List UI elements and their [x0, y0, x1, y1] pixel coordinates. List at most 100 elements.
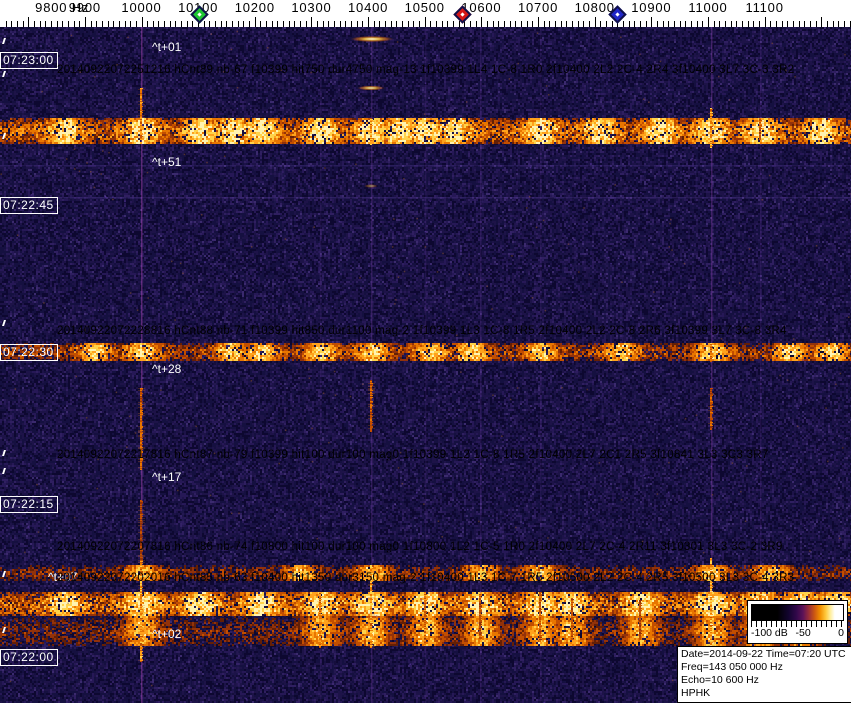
ruler-tick	[611, 21, 613, 27]
ruler-tick	[254, 17, 256, 27]
ruler-tick	[741, 21, 743, 27]
ruler-tick	[487, 21, 489, 27]
ruler-tick	[781, 21, 783, 27]
ruler-tick	[815, 21, 817, 27]
ruler-tick	[719, 21, 721, 27]
ruler-tick	[809, 21, 811, 27]
freq-label: 10500	[404, 0, 445, 15]
ruler-tick	[589, 21, 591, 27]
marker-center-dot	[197, 12, 202, 17]
ruler-tick	[458, 21, 460, 27]
ruler-tick	[328, 21, 330, 27]
ruler-tick	[152, 21, 154, 27]
ruler-tick	[305, 21, 307, 27]
time-label: 07:22:00	[0, 649, 58, 666]
ruler-tick	[430, 21, 432, 27]
ruler-tick	[600, 21, 602, 27]
freq-label: 9900	[68, 0, 101, 15]
db-label-min: -100 dB	[751, 627, 788, 639]
ruler-tick	[498, 21, 500, 27]
ruler-tick	[300, 21, 302, 27]
ruler-tick	[175, 21, 177, 27]
ruler-tick	[753, 21, 755, 27]
ruler-tick	[362, 21, 364, 27]
frequency-ruler: 9800 Hz990010000101001020010300104001050…	[0, 0, 851, 27]
ruler-tick	[56, 21, 58, 27]
ruler-tick	[475, 21, 477, 27]
ruler-tick	[169, 21, 171, 27]
detection-log-line: 20140922072207816 hCnt86 nb-74 f10800 hi…	[57, 541, 783, 553]
marker-center-dot	[615, 12, 621, 17]
ruler-tick	[67, 21, 69, 27]
ruler-tick	[555, 21, 557, 27]
ruler-tick	[747, 21, 749, 27]
ruler-tick	[407, 21, 409, 27]
ruler-tick	[232, 21, 234, 27]
ruler-tick	[549, 21, 551, 27]
time-label: 07:23:00	[0, 52, 58, 69]
ruler-tick	[764, 17, 766, 27]
ruler-tick	[390, 21, 392, 27]
detection-log-line: 20140922072202016 hCnt85 nb-63 f10400 hi…	[57, 572, 795, 584]
freq-label: 10400	[348, 0, 389, 15]
ruler-tick	[623, 21, 625, 27]
detection-log-line: 20140922072228816 hCnt88 nb-71 f10399 hi…	[57, 325, 787, 337]
ruler-tick	[192, 21, 194, 27]
freq-label: 10300	[291, 0, 332, 15]
ruler-tick	[441, 21, 443, 27]
db-label-max: 0	[838, 627, 844, 639]
ruler-tick	[294, 21, 296, 27]
ruler-tick	[826, 21, 828, 27]
ruler-tick	[724, 21, 726, 27]
ruler-tick	[662, 21, 664, 27]
ruler-tick	[203, 21, 205, 27]
detection-log-line: 20140922072217816 hCnt87 nb-79 f10399 hi…	[57, 449, 769, 461]
ruler-tick	[322, 21, 324, 27]
ruler-tick	[181, 21, 183, 27]
ruler-tick	[28, 17, 30, 27]
ruler-tick	[832, 21, 834, 27]
freq-label: 11100	[745, 0, 784, 15]
ruler-tick	[566, 21, 568, 27]
ruler-tick	[107, 21, 109, 27]
detection-log-line: 20140922072251216 hCnt89 nb-67 f10399 hi…	[57, 64, 795, 76]
spectrogram-waterfall[interactable]	[0, 27, 851, 703]
ruler-tick	[424, 17, 426, 27]
ruler-tick	[249, 21, 251, 27]
ruler-tick	[33, 21, 35, 27]
ruler-tick	[577, 21, 579, 27]
ruler-tick	[606, 21, 608, 27]
ruler-tick	[583, 21, 585, 27]
marker-center-dot	[460, 12, 465, 17]
ruler-tick	[130, 21, 132, 27]
ruler-tick	[22, 21, 24, 27]
event-time-marker: ^t+01	[152, 40, 182, 54]
ruler-tick	[351, 21, 353, 27]
ruler-tick	[798, 21, 800, 27]
ruler-tick	[220, 21, 222, 27]
ruler-tick	[158, 21, 160, 27]
ruler-tick	[775, 21, 777, 27]
ruler-tick	[657, 21, 658, 27]
ruler-tick	[339, 21, 341, 27]
ruler-tick	[708, 17, 709, 27]
ruler-tick	[730, 21, 732, 27]
ruler-tick	[11, 21, 13, 27]
ruler-tick	[521, 21, 523, 27]
ruler-tick	[50, 21, 52, 27]
ruler-tick	[84, 17, 86, 27]
ruler-tick	[492, 21, 494, 27]
ruler-tick	[385, 21, 387, 27]
ruler-tick	[628, 21, 630, 27]
ruler-tick	[696, 21, 698, 27]
info-date-time: Date=2014-09-22 Time=07:20 UTC	[681, 648, 846, 660]
ruler-tick	[453, 21, 455, 27]
time-label: 07:22:45	[0, 197, 58, 214]
ruler-tick	[124, 21, 126, 27]
ruler-tick	[62, 21, 64, 27]
ruler-tick	[147, 21, 149, 27]
ruler-tick	[447, 21, 449, 27]
ruler-tick	[186, 21, 188, 27]
ruler-tick	[271, 21, 273, 27]
ruler-tick	[413, 21, 415, 27]
